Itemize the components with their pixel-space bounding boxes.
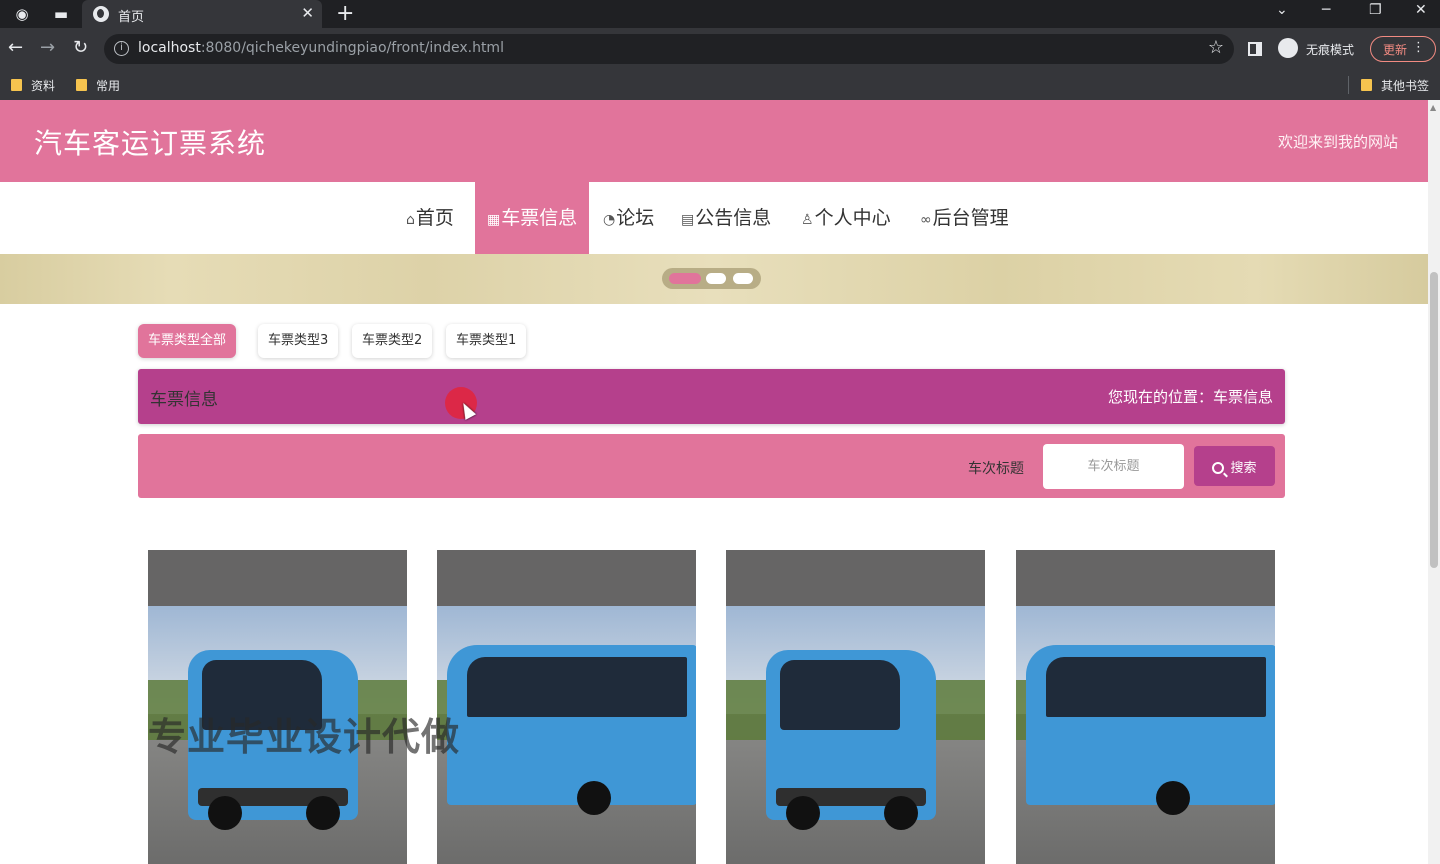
- minimize-icon[interactable]: ─: [1322, 2, 1330, 18]
- nav-item-profile[interactable]: ♙个人中心: [801, 182, 891, 254]
- folder-icon: [76, 79, 87, 91]
- tab-title: 首页: [118, 10, 145, 25]
- nav-item-announcements[interactable]: ▤公告信息: [681, 182, 771, 254]
- carousel-dot-2[interactable]: [706, 273, 726, 284]
- nav-item-tickets[interactable]: ▦车票信息: [475, 182, 590, 254]
- forward-arrow-icon[interactable]: →: [40, 37, 55, 58]
- nav-item-forum[interactable]: ◔论坛: [603, 182, 654, 254]
- site-header: 汽车客运订票系统 欢迎来到我的网站: [0, 100, 1428, 182]
- search-icon: [1212, 461, 1225, 474]
- browser-tab-strip: ◉ ▬ 首页 ✕ + ⌄ ─ ❐ ✕: [0, 0, 1440, 28]
- main-nav: ⌂首页 ▦车票信息 ◔论坛 ▤公告信息 ♙个人中心 ∞后台管理: [0, 182, 1428, 254]
- site-info-icon[interactable]: i: [114, 41, 129, 56]
- bus-photo: [1016, 550, 1275, 864]
- carousel-dot-3[interactable]: [733, 273, 753, 284]
- welcome-text: 欢迎来到我的网站: [1277, 133, 1398, 151]
- search-input[interactable]: [1043, 444, 1184, 489]
- url-text[interactable]: localhost:8080/qichekeyundingpiao/front/…: [138, 40, 504, 56]
- clipboard-icon: ▤: [681, 212, 695, 228]
- ticket-card[interactable]: [437, 550, 696, 864]
- back-arrow-icon[interactable]: ←: [8, 37, 23, 58]
- window-close-icon[interactable]: ✕: [1415, 2, 1427, 18]
- user-icon: ♙: [801, 212, 814, 228]
- globe-icon: [93, 6, 109, 22]
- incognito-label: 无痕模式: [1306, 43, 1355, 57]
- address-bar[interactable]: i localhost:8080/qichekeyundingpiao/fron…: [104, 34, 1234, 64]
- filter-all[interactable]: 车票类型全部: [138, 324, 237, 358]
- bookmark-folder-changyong[interactable]: 常用: [76, 77, 120, 94]
- new-tab-icon[interactable]: +: [336, 1, 354, 26]
- page-scrollbar[interactable]: ▲: [1428, 100, 1440, 864]
- palette-icon: ◔: [603, 212, 616, 228]
- search-label: 车次标题: [968, 461, 1024, 477]
- banner-carousel: [0, 254, 1428, 304]
- incognito-icon: [1278, 38, 1298, 58]
- restore-icon[interactable]: ❐: [1369, 2, 1382, 18]
- update-button[interactable]: 更新 ⋮: [1370, 36, 1436, 62]
- bus-photo: [726, 550, 985, 864]
- other-bookmarks-folder[interactable]: 其他书签: [1361, 77, 1429, 94]
- folder-icon: [1361, 79, 1372, 91]
- ticket-card[interactable]: [726, 550, 985, 864]
- bookmark-folder-ziliao[interactable]: 资料: [11, 77, 55, 94]
- tab-list-chevron-icon[interactable]: ⌄: [1276, 2, 1288, 18]
- link-icon: ∞: [920, 212, 932, 228]
- bus-photo: [437, 550, 696, 864]
- site-title: 汽车客运订票系统: [34, 127, 267, 160]
- scroll-up-arrow-icon[interactable]: ▲: [1430, 103, 1436, 112]
- side-panel-icon[interactable]: [1248, 42, 1262, 56]
- current-position: 您现在的位置：车票信息: [1107, 388, 1273, 406]
- carousel-indicators: [662, 268, 761, 289]
- folder-icon: [11, 79, 22, 91]
- nav-item-admin[interactable]: ∞后台管理: [920, 182, 1009, 254]
- browser-tab[interactable]: 首页 ✕: [82, 0, 322, 28]
- browser-menu-icon[interactable]: ◉: [13, 5, 31, 23]
- watermark-text: 专业毕业设计代做: [148, 715, 461, 759]
- tab-search-icon[interactable]: ▬: [52, 5, 70, 23]
- filter-type-1[interactable]: 车票类型1: [446, 324, 527, 358]
- carousel-dot-1[interactable]: [669, 273, 701, 284]
- search-button[interactable]: 搜索: [1194, 446, 1275, 486]
- ticket-card[interactable]: [1016, 550, 1275, 864]
- nav-item-home[interactable]: ⌂首页: [406, 182, 454, 254]
- bookmarks-divider: [1348, 76, 1349, 94]
- tab-close-icon[interactable]: ✕: [301, 4, 314, 22]
- kebab-menu-icon[interactable]: ⋮: [1412, 40, 1425, 55]
- reload-icon[interactable]: ↻: [73, 37, 88, 58]
- search-panel: 车次标题 搜索: [138, 434, 1285, 498]
- home-icon: ⌂: [406, 212, 415, 228]
- scrollbar-thumb[interactable]: [1430, 272, 1438, 568]
- bookmarks-bar: 资料 常用 其他书签: [0, 70, 1440, 100]
- breadcrumb: 车票信息 您现在的位置：车票信息: [138, 369, 1285, 424]
- filter-type-3[interactable]: 车票类型3: [258, 324, 339, 358]
- ticket-icon: ▦: [487, 212, 501, 228]
- bookmark-star-icon[interactable]: ☆: [1208, 37, 1224, 58]
- section-title: 车票信息: [150, 390, 218, 410]
- filter-type-2[interactable]: 车票类型2: [352, 324, 433, 358]
- browser-toolbar: ← → ↻ i localhost:8080/qichekeyundingpia…: [0, 28, 1440, 70]
